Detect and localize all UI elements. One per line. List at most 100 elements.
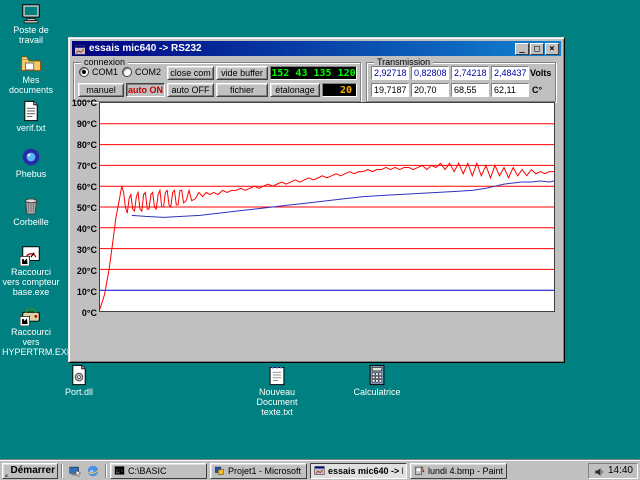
- desktop-icon-label: verif.txt: [2, 123, 60, 133]
- desktop-ql-icon: [68, 464, 82, 478]
- com2-radio-label: COM2: [135, 67, 161, 77]
- task-button-c-basic[interactable]: C:\ C:\BASIC: [110, 463, 207, 479]
- y-axis-tick-30: 30°C: [71, 245, 97, 255]
- volts-unit-label: Volts: [530, 68, 551, 78]
- ie-icon: e: [86, 464, 100, 478]
- desktop-icon-label: Raccourci vers compteur base.exe: [2, 267, 60, 297]
- volts-value-3: 2,74218: [451, 66, 489, 80]
- auto-on-button[interactable]: auto ON: [126, 83, 165, 97]
- volts-value-4: 2,48437: [491, 66, 529, 80]
- y-axis-tick-80: 80°C: [71, 140, 97, 150]
- desktop-icon-verif-txt[interactable]: verif.txt: [2, 100, 60, 133]
- celsius-unit-label: C°: [532, 85, 542, 95]
- notepad-icon: [266, 364, 288, 386]
- close-com-button[interactable]: close com: [167, 66, 214, 80]
- volts-value-1: 2,92718: [371, 66, 409, 80]
- taskbar-divider: [105, 464, 107, 478]
- etalonage-value-display: 20: [322, 83, 357, 97]
- desktop-icon-label: Calculatrice: [346, 387, 408, 397]
- auto-off-button[interactable]: auto OFF: [167, 83, 214, 97]
- y-axis-tick-70: 70°C: [71, 161, 97, 171]
- com1-radio-label: COM1: [92, 67, 118, 77]
- meter-shortcut-icon: [20, 244, 42, 266]
- temperature-value-2: 20,70: [411, 83, 449, 97]
- hyperterminal-shortcut-icon: [20, 304, 42, 326]
- transmission-group: Transmission 2,927180,828082,742182,4843…: [366, 62, 556, 102]
- desktop-icon-raccourci-vers-compteur-base-exe[interactable]: Raccourci vers compteur base.exe: [2, 244, 60, 297]
- connexion-group-label: connexion: [81, 57, 128, 67]
- desktop-icon-label: Poste de travail: [2, 25, 60, 45]
- task-button-label: C:\BASIC: [128, 466, 167, 476]
- temperature-value-4: 62,11: [491, 83, 529, 97]
- task-button-label: lundi 4.bmp - Paint: [428, 466, 503, 476]
- desktop-icon-label: Nouveau Document texte.txt: [246, 387, 308, 417]
- com1-radio-circle[interactable]: [79, 67, 89, 77]
- desktop-icon-calculatrice[interactable]: Calculatrice: [346, 364, 408, 397]
- window-title: essais mic640 -> RS232: [89, 43, 514, 54]
- minimize-button[interactable]: _: [515, 43, 529, 55]
- desktop-icon-raccourci-vers-hypertrm-exe[interactable]: Raccourci vers HYPERTRM.EXE: [2, 304, 60, 357]
- windows-logo-icon: [5, 465, 9, 477]
- com2-radio[interactable]: COM2: [122, 67, 161, 77]
- vb-icon: [214, 465, 225, 476]
- y-axis-tick-60: 60°C: [71, 182, 97, 192]
- quick-launch-area: e: [66, 464, 102, 478]
- task-button-projet1-microsoft-visual-b-[interactable]: Projet1 - Microsoft Visual B...: [210, 463, 307, 479]
- desktop-icon-label: Raccourci vers HYPERTRM.EXE: [2, 327, 60, 357]
- connexion-group: connexion COM1 COM2 close com vide buffe…: [73, 62, 361, 102]
- maximize-button[interactable]: □: [530, 43, 544, 55]
- phebus-icon: [20, 146, 42, 168]
- start-button[interactable]: Démarrer: [2, 463, 58, 479]
- com2-radio-circle[interactable]: [122, 67, 132, 77]
- task-button-lundi-4-bmp-paint[interactable]: lundi 4.bmp - Paint: [410, 463, 507, 479]
- app-icon: [74, 43, 86, 55]
- documents-icon: [20, 52, 42, 74]
- volts-value-2: 0,82808: [411, 66, 449, 80]
- dll-file-icon: [68, 364, 90, 386]
- vide-buffer-button[interactable]: vide buffer: [216, 66, 268, 80]
- series-sonde-rouge: [100, 163, 554, 309]
- lcd-readout: 152 43 135 120: [270, 66, 357, 80]
- speaker-icon: [593, 466, 605, 478]
- task-button-label: essais mic640 -> RS2...: [328, 466, 403, 476]
- window-titlebar[interactable]: essais mic640 -> RS232 _ □ ×: [72, 41, 561, 56]
- desktop-icon-label: Corbeille: [2, 217, 60, 227]
- fichier-button[interactable]: fichier: [216, 83, 268, 97]
- y-axis-tick-100: 100°C: [71, 98, 97, 108]
- temperature-chart: [99, 102, 555, 312]
- system-tray: 14:40: [588, 463, 638, 479]
- taskbar: Démarrer e C:\ C:\BASIC Projet1 - Microsof…: [0, 460, 640, 480]
- paint-icon: [414, 465, 425, 476]
- start-button-label: Démarrer: [11, 465, 55, 476]
- task-button-essais-mic640-rs2-[interactable]: essais mic640 -> RS2...: [310, 463, 407, 479]
- desktop-icon-label: Port.dll: [48, 387, 110, 397]
- close-button[interactable]: ×: [545, 43, 559, 55]
- computer-icon: [20, 2, 42, 24]
- app-icon: [314, 465, 325, 476]
- y-axis-tick-0: 0°C: [71, 308, 97, 318]
- temperature-value-1: 19,7187: [371, 83, 409, 97]
- temperature-chart-canvas: [100, 103, 554, 311]
- desktop-icon-corbeille[interactable]: Corbeille: [2, 194, 60, 227]
- calculator-icon: [366, 364, 388, 386]
- task-buttons-area: C:\ C:\BASIC Projet1 - Microsoft Visual B.…: [110, 463, 510, 479]
- desktop-icon-port-dll[interactable]: Port.dll: [48, 364, 110, 397]
- y-axis-tick-20: 20°C: [71, 266, 97, 276]
- y-axis-tick-10: 10°C: [71, 287, 97, 297]
- y-axis-tick-40: 40°C: [71, 224, 97, 234]
- speaker-icon[interactable]: [593, 465, 605, 477]
- com1-radio[interactable]: COM1: [79, 67, 118, 77]
- svg-text:C:\: C:\: [116, 468, 123, 473]
- quick-launch-internet-explorer[interactable]: e: [86, 464, 100, 478]
- etalonage-button[interactable]: étalonage: [270, 83, 320, 97]
- app-icon: [74, 44, 86, 56]
- svg-text:e: e: [90, 466, 94, 475]
- task-button-label: Projet1 - Microsoft Visual B...: [228, 466, 303, 476]
- y-axis-tick-50: 50°C: [71, 203, 97, 213]
- manuel-button[interactable]: manuel: [78, 83, 124, 97]
- quick-launch-show-desktop[interactable]: [68, 464, 82, 478]
- desktop-icon-poste-de-travail[interactable]: Poste de travail: [2, 2, 60, 45]
- desktop-icon-nouveau-document-texte-txt[interactable]: Nouveau Document texte.txt: [246, 364, 308, 417]
- desktop-icon-phebus[interactable]: Phebus: [2, 146, 60, 179]
- desktop-icon-mes-documents[interactable]: Mes documents: [2, 52, 60, 95]
